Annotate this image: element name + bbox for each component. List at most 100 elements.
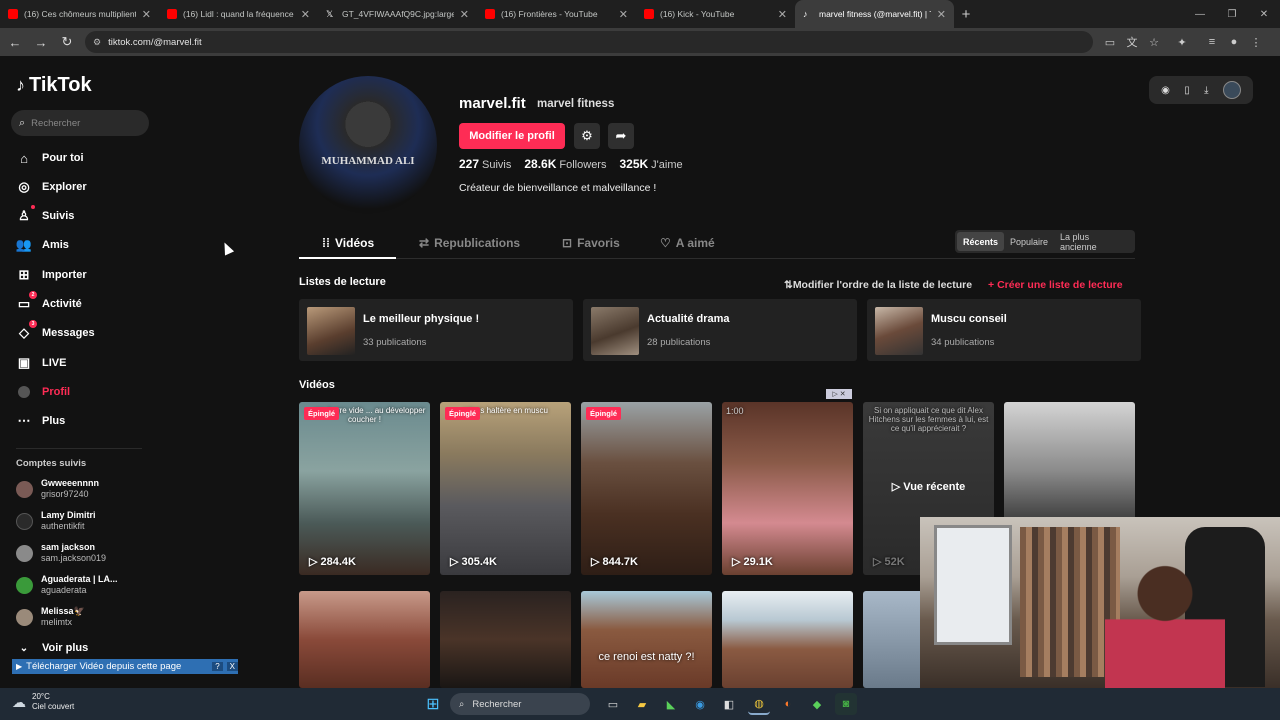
close-tab-icon[interactable]: ✕	[460, 8, 469, 21]
upload-icon: ⊞	[18, 267, 30, 282]
stat-followers[interactable]: 28.6K Followers	[524, 157, 606, 171]
download-app-icon[interactable]: ⤓	[1204, 85, 1208, 96]
browser-tab[interactable]: 𝕏 GT_4VFIWAAAfQ9C.jpg:large (8 ✕	[318, 0, 477, 28]
discord-icon[interactable]: ◙	[835, 693, 857, 715]
translate-icon[interactable]: 文	[1121, 31, 1143, 53]
nav-item-activity[interactable]: ▭ 2 Activité	[16, 291, 82, 312]
tab-favorites[interactable]: ⊡ Favoris	[562, 226, 620, 259]
grid-icon: ⁞⁞	[322, 235, 330, 250]
browser-tab[interactable]: (16) Frontières - YouTube ✕	[477, 0, 636, 28]
playlist-card[interactable]: Muscu conseil 34 publications	[867, 299, 1141, 361]
minimize-icon[interactable]: —	[1184, 0, 1216, 28]
tiktok-logo[interactable]: ♪ TikTok	[16, 74, 92, 97]
play-icon: ▷	[309, 556, 321, 568]
settings-gear-icon[interactable]: ⚙	[574, 123, 600, 149]
search-input[interactable]: ⌕ Rechercher	[11, 110, 149, 136]
nav-item-profile[interactable]: Profil	[16, 384, 70, 400]
nav-item-for-you[interactable]: ⌂ Pour toi	[16, 150, 84, 166]
following-account[interactable]: Lamy Dimitri authentikfit	[16, 510, 96, 532]
coins-icon[interactable]: ◉	[1161, 85, 1170, 96]
following-account[interactable]: Melissa🦅 melimtx	[16, 606, 85, 628]
nvidia-icon[interactable]: ◣	[660, 693, 682, 715]
download-extension-bar[interactable]: ▶ Télécharger Vidéo depuis cette page? X	[12, 659, 238, 674]
browser-menu-icon[interactable]: ⋮	[1245, 31, 1267, 53]
download-icon: ▶	[16, 662, 23, 671]
video-thumbnail[interactable]: ce renoi est natty ?!	[581, 591, 712, 688]
task-view-icon[interactable]: ▭	[602, 693, 624, 715]
restore-icon[interactable]: ❐	[1216, 0, 1248, 28]
video-thumbnail[interactable]	[722, 591, 853, 688]
forward-icon[interactable]: →	[29, 30, 53, 54]
chrome-icon[interactable]: ◍	[748, 693, 770, 715]
media-icon[interactable]: ≡	[1201, 31, 1223, 53]
tab-liked[interactable]: ♡ A aimé	[660, 226, 715, 259]
edge-icon[interactable]: ◉	[689, 693, 711, 715]
url-field[interactable]: ⚙ tiktok.com/@marvel.fit	[85, 31, 1093, 53]
tab-videos[interactable]: ⁞⁞ Vidéos	[322, 226, 374, 259]
tab-reposts[interactable]: ⇄ Republications	[419, 226, 520, 259]
firefox-icon[interactable]: ◐	[777, 693, 799, 715]
video-thumbnail[interactable]: prises haltère en muscu Épinglé ▷ 305.4K	[440, 402, 571, 575]
create-playlist-button[interactable]: + Créer une liste de lecture	[988, 279, 1123, 291]
close-tab-icon[interactable]: ✕	[778, 8, 787, 21]
sort-popular[interactable]: Populaire	[1004, 232, 1054, 251]
new-tab-button[interactable]: +	[954, 0, 978, 28]
activity-icon: ▭ 2	[16, 291, 37, 312]
close-window-icon[interactable]: ✕	[1248, 0, 1280, 28]
nav-item-upload[interactable]: ⊞ Importer	[16, 267, 87, 283]
see-more-button[interactable]: ⌄ Voir plus	[16, 640, 88, 656]
reload-icon[interactable]: ↻	[55, 30, 79, 54]
nav-item-friends[interactable]: 👥 Amis	[16, 237, 69, 253]
video-thumbnail[interactable]: Épinglé ▷ 844.7K	[581, 402, 712, 575]
following-account[interactable]: Aguaderata | LA... aguaderata	[16, 574, 118, 596]
following-account[interactable]: Gwweeennnn grisor97240	[16, 478, 99, 500]
close-tab-icon[interactable]: ✕	[301, 8, 310, 21]
video-thumbnail[interactable]	[299, 591, 430, 688]
tiktok-note-icon: ♪	[16, 75, 25, 95]
playlist-card[interactable]: Actualité drama 28 publications	[583, 299, 857, 361]
webcam-person	[1105, 562, 1225, 688]
weather-widget[interactable]: ☁ 20°C Ciel couvert	[12, 692, 74, 712]
reorder-playlists-button[interactable]: ⇅Modifier l'ordre de la liste de lecture	[784, 279, 972, 291]
help-button[interactable]: ?	[212, 662, 223, 671]
browser-tab[interactable]: (16) Lidl : quand la fréquence d ✕	[159, 0, 318, 28]
site-info-icon[interactable]: ⚙	[93, 37, 101, 48]
browser-tab-active[interactable]: ♪ marvel fitness (@marvel.fit) | Ti ✕	[795, 0, 954, 28]
device-icon[interactable]: ▯	[1184, 85, 1190, 96]
nav-item-live[interactable]: ▣ LIVE	[16, 355, 67, 371]
ad-choices-badge[interactable]: ▷ ✕	[826, 389, 852, 399]
browser-tab[interactable]: (16) Kick - YouTube ✕	[636, 0, 795, 28]
taskbar-search[interactable]: ⌕ Rechercher	[450, 693, 590, 715]
browser-tab[interactable]: (16) Ces chômeurs multiplient l ✕	[0, 0, 159, 28]
windows-start-icon[interactable]: ⊞	[422, 693, 444, 715]
nav-item-explore[interactable]: ◎ Explorer	[16, 179, 86, 195]
sort-recent[interactable]: Récents	[957, 232, 1005, 251]
video-thumbnail[interactable]: ... une barre vide ... au développer cou…	[299, 402, 430, 575]
back-icon[interactable]: ←	[3, 30, 27, 54]
stat-following[interactable]: 227 Suivis	[459, 157, 511, 171]
store-icon[interactable]: ◧	[718, 693, 740, 715]
close-bar-button[interactable]: X	[226, 662, 238, 671]
nav-item-messages[interactable]: ◇ 3 Messages	[16, 320, 95, 341]
app-icon[interactable]: ◆	[806, 693, 828, 715]
close-tab-icon[interactable]: ✕	[937, 8, 946, 21]
extensions-icon[interactable]: ✦	[1171, 31, 1193, 53]
video-thumbnail[interactable]	[440, 591, 571, 688]
edit-profile-button[interactable]: Modifier le profil	[459, 123, 565, 149]
playlist-card[interactable]: Le meilleur physique ! 33 publications	[299, 299, 573, 361]
profile-avatar[interactable]: MUHAMMAD ALI	[299, 76, 437, 214]
bookmark-star-icon[interactable]: ☆	[1143, 31, 1165, 53]
close-tab-icon[interactable]: ✕	[142, 8, 151, 21]
nav-item-more[interactable]: ⋯ Plus	[16, 413, 66, 429]
following-account[interactable]: sam jackson sam.jackson019	[16, 542, 106, 564]
user-avatar[interactable]	[1222, 81, 1241, 99]
close-tab-icon[interactable]: ✕	[619, 8, 628, 21]
profile-avatar-icon[interactable]: ●	[1223, 31, 1245, 53]
nav-item-following[interactable]: ♙ Suivis	[16, 205, 74, 224]
file-explorer-icon[interactable]: ▰	[631, 693, 653, 715]
video-thumbnail[interactable]: 1:00 ▷ 29.1K	[722, 402, 853, 575]
x-icon: 𝕏	[326, 9, 334, 19]
share-icon[interactable]: ➦	[608, 123, 634, 149]
sort-oldest[interactable]: La plus ancienne	[1054, 232, 1133, 252]
cast-icon[interactable]: ▭	[1099, 31, 1121, 53]
